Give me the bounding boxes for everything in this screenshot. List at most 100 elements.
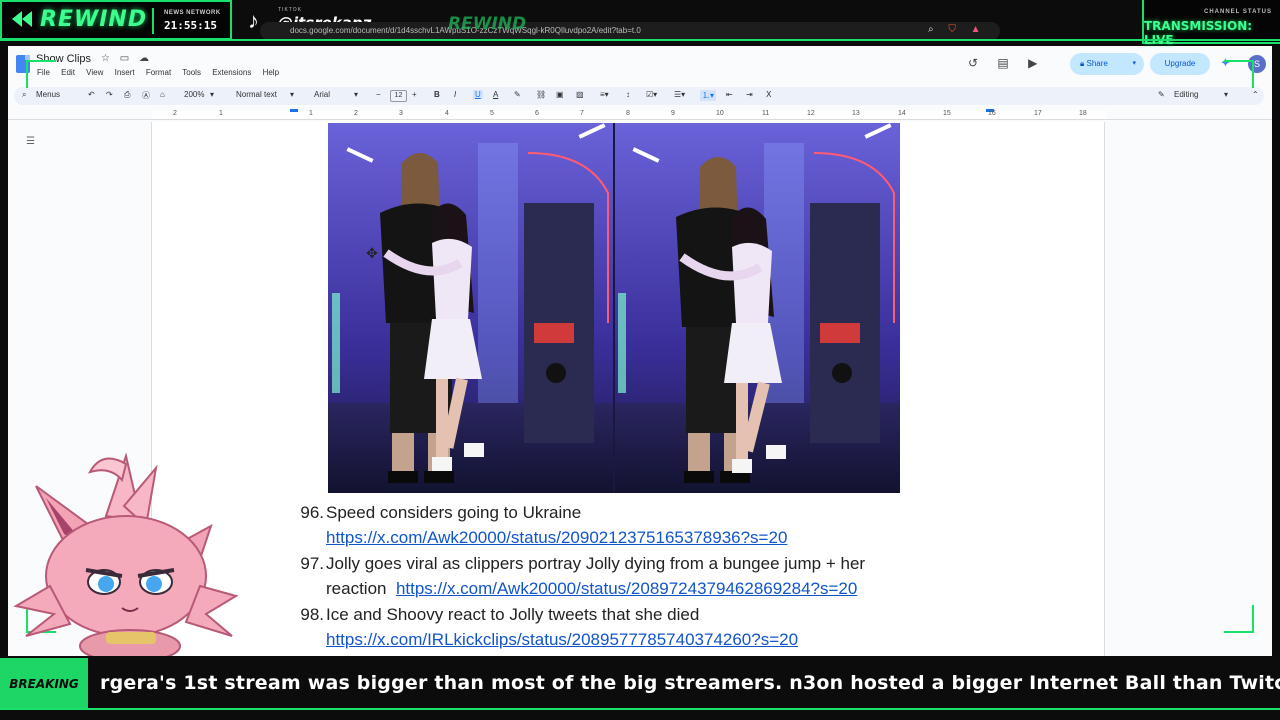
highlight-icon[interactable]: ✎: [514, 90, 521, 99]
network-clock: 21:55:15: [164, 19, 217, 32]
chevron-down-icon[interactable]: ▾: [1132, 53, 1136, 75]
link-icon[interactable]: ⛓: [536, 90, 546, 99]
brand-panel: REWIND NEWS NETWORK 21:55:15: [0, 0, 232, 40]
breaking-label: BREAKING: [9, 677, 79, 691]
style-select[interactable]: Normal text: [236, 90, 277, 99]
list-number: 97.: [300, 554, 324, 573]
lock-icon: 🔒︎: [1080, 59, 1085, 68]
comment-icon[interactable]: ▣: [556, 90, 564, 99]
cloud-status-icon[interactable]: ☁: [139, 53, 149, 64]
list-number: 96.: [300, 503, 324, 522]
editing-mode-select[interactable]: Editing: [1174, 90, 1198, 99]
ruler-number: 18: [1079, 110, 1087, 117]
font-select[interactable]: Arial: [314, 90, 330, 99]
search-menus-label[interactable]: Menus: [36, 90, 60, 99]
increase-indent-icon[interactable]: ⇥: [746, 90, 753, 99]
corner-bracket: [1224, 60, 1254, 88]
breaking-tag: BREAKING: [0, 658, 88, 708]
mode-chevron-icon[interactable]: ▾: [1224, 90, 1228, 99]
undo-icon[interactable]: ↶: [88, 90, 95, 99]
rewind-icon: [12, 11, 32, 27]
menu-help[interactable]: Help: [263, 68, 279, 77]
bold-icon[interactable]: B: [434, 90, 440, 99]
indent-marker[interactable]: [290, 109, 298, 112]
checklist-icon[interactable]: ☑▾: [646, 90, 657, 99]
stream-overlay-top: REWIND NEWS NETWORK 21:55:15 ♪ TIKTOK @i…: [0, 0, 1280, 47]
font-chevron-icon[interactable]: ▾: [354, 90, 358, 99]
underline-icon[interactable]: U: [473, 90, 483, 99]
print-icon[interactable]: ⎙: [124, 90, 130, 100]
menu-format[interactable]: Format: [146, 68, 171, 77]
spellcheck-icon[interactable]: Ⓐ: [142, 90, 150, 101]
italic-icon[interactable]: I: [454, 90, 456, 99]
image-icon[interactable]: ▨: [576, 90, 584, 99]
align-icon[interactable]: ≡▾: [600, 90, 609, 99]
horizontal-ruler[interactable]: 2 1 1 2 3 4 5 6 7 8 9 10 11 12 13 14 15 …: [8, 108, 1272, 120]
list-text-continued: reaction: [326, 579, 387, 598]
zoom-icon[interactable]: ⌕: [928, 24, 934, 35]
star-icon[interactable]: ☆: [101, 53, 110, 64]
comments-icon[interactable]: ▤: [997, 56, 1008, 70]
ruler-number: 5: [490, 110, 494, 117]
channel-status-label: CHANNEL STATUS: [1204, 9, 1272, 15]
increase-font-icon[interactable]: +: [412, 90, 417, 99]
ruler-number: 10: [716, 110, 724, 117]
list-text: Ice and Shoovy react to Jolly tweets tha…: [326, 605, 700, 624]
zoom-chevron-icon[interactable]: ▾: [210, 90, 214, 99]
collapse-toolbar-icon[interactable]: ⌃: [1252, 90, 1259, 99]
menu-view[interactable]: View: [86, 68, 103, 77]
browser-toolbar-icons: ⌕ ⛉ ▲: [928, 24, 993, 35]
meet-icon[interactable]: ▶: [1028, 56, 1037, 70]
redo-icon[interactable]: ↷: [106, 90, 113, 99]
document-page[interactable]: ✥ 96. Speed considers going to Ukraine h…: [151, 122, 1105, 656]
document-outline-icon[interactable]: ☰: [26, 136, 35, 147]
ruler-number: 15: [943, 110, 951, 117]
tweet-link[interactable]: https://x.com/Awk20000/status/2089724379…: [396, 579, 857, 598]
zoom-select[interactable]: 200%: [184, 90, 204, 99]
ruler-number: 1: [219, 110, 223, 117]
style-chevron-icon[interactable]: ▾: [290, 90, 294, 99]
embedded-photo[interactable]: [328, 123, 900, 493]
decrease-indent-icon[interactable]: ⇤: [726, 90, 733, 99]
list-link-line: https://x.com/IRLkickclips/status/208957…: [326, 627, 798, 652]
share-button[interactable]: 🔒︎ Share ▾: [1070, 53, 1144, 75]
list-link-line: reaction https://x.com/Awk20000/status/2…: [326, 576, 857, 601]
decrease-font-icon[interactable]: −: [376, 90, 381, 99]
ruler-number: 8: [626, 110, 630, 117]
brand-divider: [152, 8, 154, 34]
list-text: Speed considers going to Ukraine: [326, 503, 582, 522]
tweet-link[interactable]: https://x.com/Awk20000/status/2090212375…: [326, 528, 787, 547]
bulleted-list-icon[interactable]: ☰▾: [674, 90, 685, 99]
text-color-icon[interactable]: A: [493, 90, 498, 99]
tweet-link[interactable]: https://x.com/IRLkickclips/status/208957…: [326, 630, 798, 649]
tiktok-icon: ♪: [248, 8, 259, 33]
photo-illustration: [328, 123, 900, 493]
tiktok-label: TIKTOK: [278, 7, 302, 13]
version-history-icon[interactable]: ↺: [968, 56, 978, 70]
menu-insert[interactable]: Insert: [115, 68, 135, 77]
font-size-input[interactable]: 12: [390, 90, 407, 102]
ticker-text: rgera's 1st stream was bigger than most …: [100, 672, 1280, 694]
menu-extensions[interactable]: Extensions: [212, 68, 251, 77]
ruler-number: 17: [1034, 110, 1042, 117]
menu-tools[interactable]: Tools: [182, 68, 201, 77]
clear-format-icon[interactable]: Ⅹ: [766, 90, 771, 99]
line-spacing-icon[interactable]: ↕: [626, 90, 630, 99]
editing-mode-icon[interactable]: ✎: [1158, 90, 1165, 99]
rewind-logo: REWIND: [10, 7, 147, 32]
search-menus-icon[interactable]: ⌕: [22, 90, 26, 100]
upgrade-button[interactable]: Upgrade: [1150, 53, 1210, 75]
ruler-number: 4: [445, 110, 449, 117]
brave-shield-icon[interactable]: ⛉: [948, 24, 956, 35]
menu-edit[interactable]: Edit: [61, 68, 75, 77]
browser-address-bar[interactable]: docs.google.com/document/d/1d4sschvL1AWp…: [260, 22, 1000, 40]
ruler-number: 2: [173, 110, 177, 117]
channel-status-value: TRANSMISSION: LIVE: [1144, 19, 1253, 47]
move-folder-icon[interactable]: ▭: [120, 53, 129, 64]
numbered-list-icon[interactable]: ⒈▾: [700, 90, 717, 101]
ruler-number: 12: [807, 110, 815, 117]
ruler-number: 1: [309, 110, 313, 117]
ruler-number: 3: [399, 110, 403, 117]
brave-rewards-icon[interactable]: ▲: [971, 24, 981, 35]
paint-format-icon[interactable]: ⌂: [160, 90, 165, 99]
